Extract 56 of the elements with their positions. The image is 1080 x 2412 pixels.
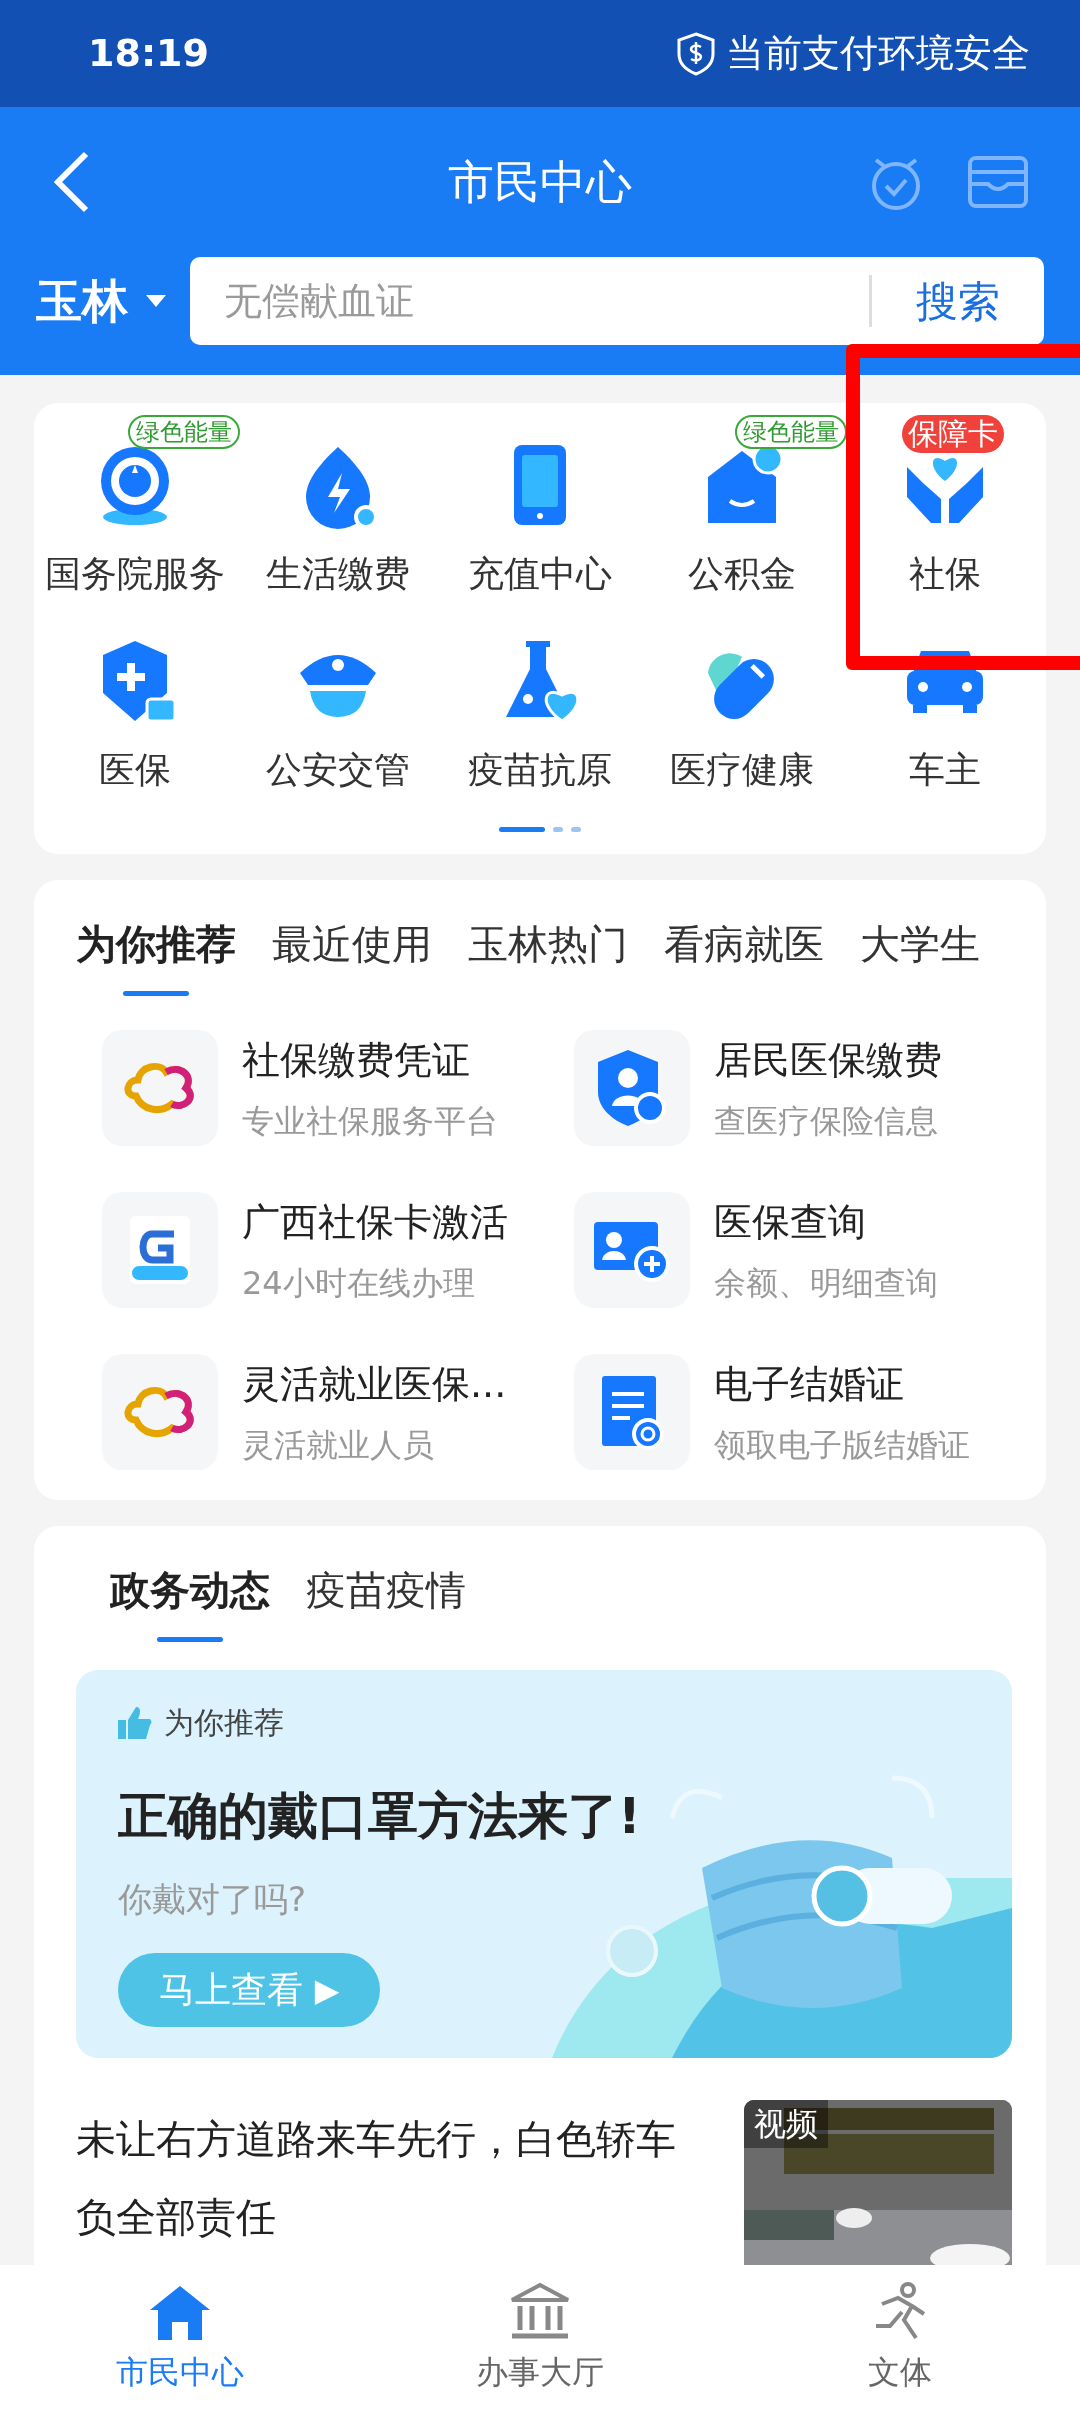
service-shortcut[interactable]: 灵活就业医保... 灵活就业人员 [102, 1354, 574, 1470]
search-button[interactable]: 搜索 [872, 269, 1044, 333]
status-time: 18:19 [88, 30, 209, 77]
service-shortcut[interactable]: 居民医保缴费 查医疗保险信息 [574, 1030, 1046, 1146]
city-selector[interactable]: 玉林 [36, 266, 166, 336]
nav-tab[interactable]: 办事大厅 [360, 2265, 720, 2412]
shield-person-icon [596, 1048, 668, 1128]
banner-subtitle: 你戴对了吗? [118, 1878, 308, 1921]
shortcut-title: 电子结婚证 [714, 1360, 905, 1408]
service-badge: 绿色能量 [735, 415, 848, 449]
shortcut-title: 灵活就业医保... [242, 1360, 507, 1408]
section-tab[interactable]: 大学生 [860, 914, 980, 996]
security-status: 当前支付环境安全 [726, 30, 1030, 77]
nav-tab[interactable]: 市民中心 [0, 2265, 360, 2412]
shortcut-subtitle: 查医疗保险信息 [714, 1100, 939, 1142]
search-field[interactable]: 无偿献血证 搜索 [190, 257, 1044, 345]
section-tab[interactable]: 看病就医 [664, 914, 824, 996]
shortcut-subtitle: 灵活就业人员 [242, 1424, 435, 1466]
section-tab[interactable]: 最近使用 [272, 914, 432, 996]
shortcut-subtitle: 领取电子版结婚证 [714, 1424, 970, 1466]
shortcut-subtitle: 24小时在线办理 [242, 1262, 476, 1304]
shield-dollar-icon [676, 31, 716, 76]
cloud-logo-icon [124, 1060, 196, 1116]
service-shortcut[interactable]: 电子结婚证 领取电子版结婚证 [574, 1354, 1046, 1470]
video-label: 视频 [744, 2100, 828, 2148]
shortcut-title: 医保查询 [714, 1198, 867, 1246]
shortcut-title: 广西社保卡激活 [242, 1198, 508, 1246]
article-title: 未让右方道路来车先行，白色轿车负全部责任 [76, 2115, 677, 2242]
section-tab[interactable]: 为你推荐 [76, 914, 236, 996]
service-item[interactable]: 疫苗抗原 [438, 611, 642, 797]
service-item[interactable]: 充值中心 [438, 415, 642, 601]
nav-tab[interactable]: 文体 [720, 2265, 1080, 2412]
service-item[interactable]: 车主 [843, 611, 1046, 797]
dropdown-caret-icon [146, 293, 166, 309]
service-item[interactable]: 公安交管 [236, 611, 439, 797]
section-tab[interactable]: 玉林热门 [468, 914, 628, 996]
shortcut-subtitle: 余额、明细查询 [714, 1262, 938, 1304]
service-shortcut[interactable]: 社保缴费凭证 专业社保服务平台 [102, 1030, 574, 1146]
page-title: 市民中心 [448, 153, 632, 211]
service-item[interactable]: 医疗健康 [641, 611, 844, 797]
shortcut-subtitle: 专业社保服务平台 [242, 1100, 498, 1142]
service-shortcut[interactable]: 广西社保卡激活 24小时在线办理 [102, 1192, 574, 1308]
banner-title: 正确的戴口罩方法来了! [118, 1786, 642, 1847]
service-shortcut[interactable]: 医保查询 余额、明细查询 [574, 1192, 1046, 1308]
thumbs-up-icon [118, 1706, 152, 1739]
shortcut-title: 社保缴费凭证 [242, 1036, 471, 1084]
service-item[interactable]: 绿色能量 国务院服务 [34, 415, 237, 601]
service-item[interactable]: 医保 [34, 611, 237, 797]
banner-tag: 为你推荐 [164, 1700, 284, 1745]
shortcut-title: 居民医保缴费 [714, 1036, 942, 1084]
g-logo-icon [128, 1214, 192, 1286]
service-badge: 保障卡 [901, 415, 1004, 453]
bank-icon [508, 2281, 572, 2342]
section-tab[interactable]: 疫苗疫情 [306, 1560, 466, 1642]
cloud-logo-icon [124, 1384, 196, 1440]
service-badge: 绿色能量 [128, 415, 240, 449]
